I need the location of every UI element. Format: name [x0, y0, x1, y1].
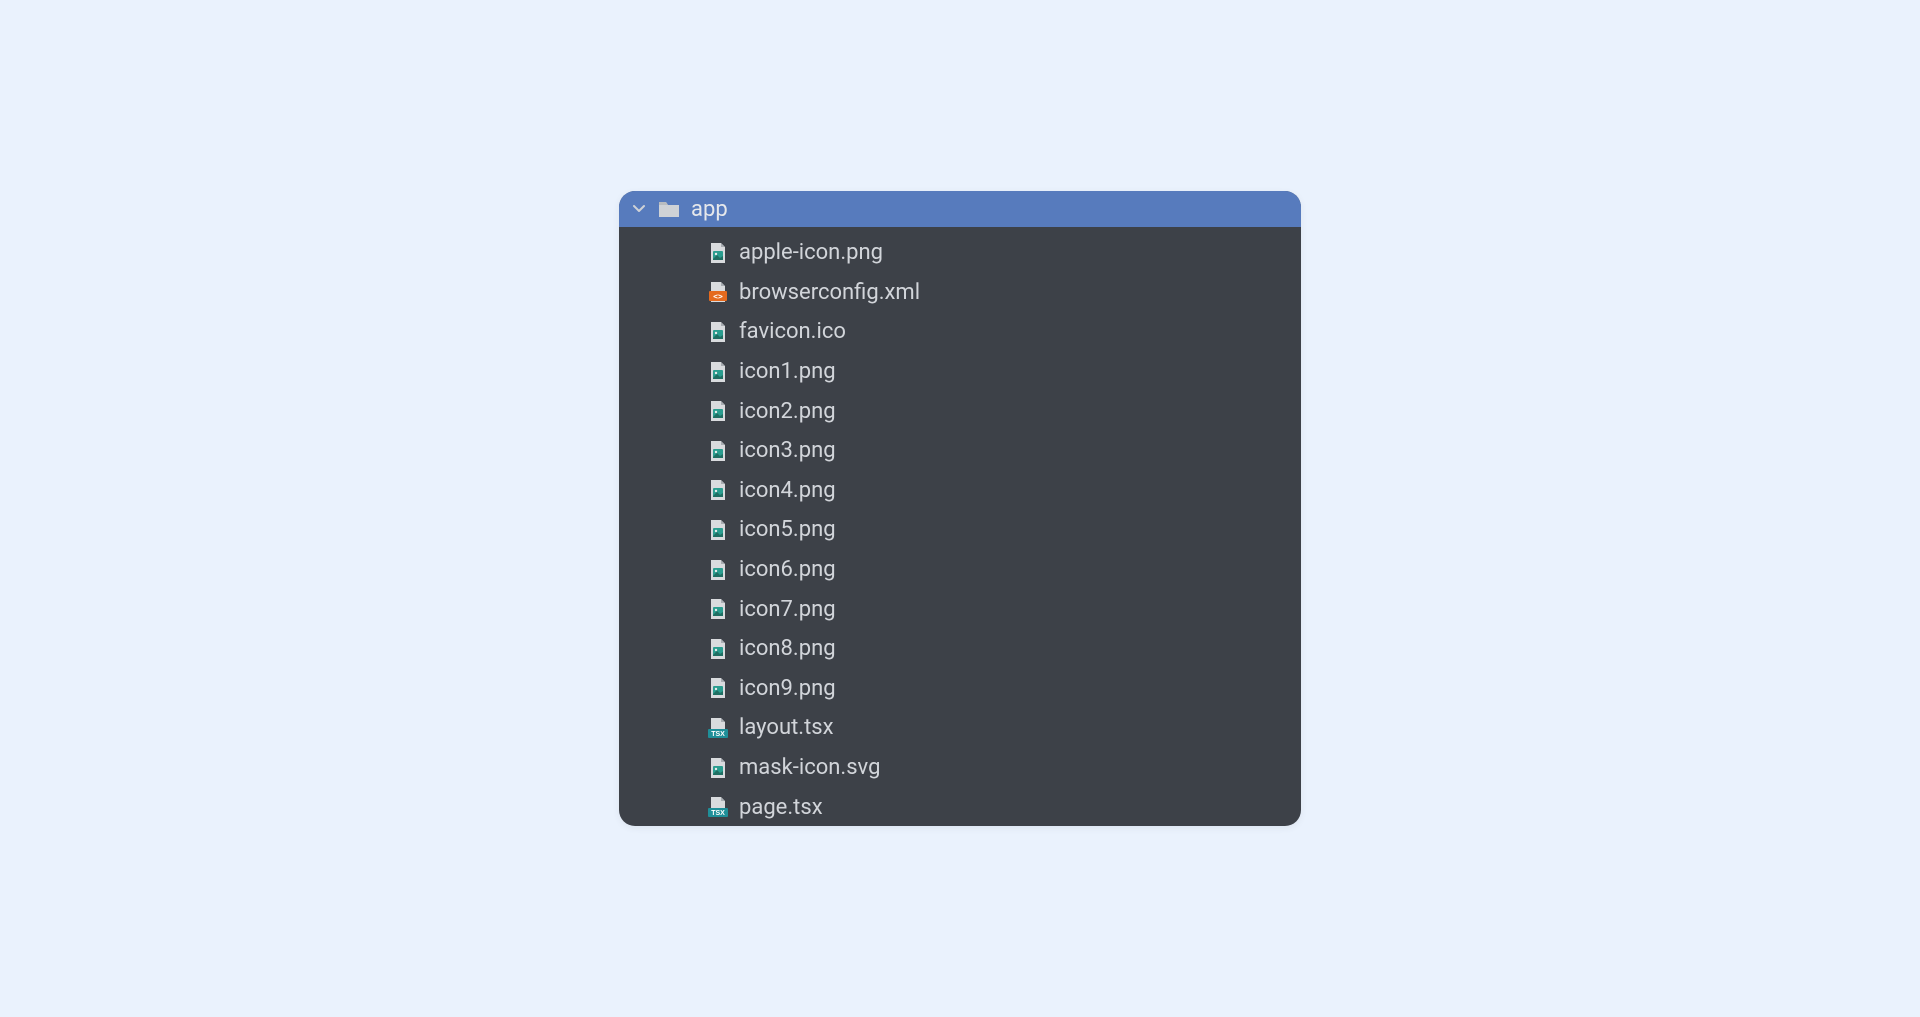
file-label: icon2.png: [739, 399, 836, 424]
xml-file-icon: [707, 281, 729, 303]
file-row[interactable]: icon8.png: [619, 629, 1301, 669]
tsx-file-icon: [707, 717, 729, 739]
image-file-icon: [707, 242, 729, 264]
file-label: apple-icon.png: [739, 240, 883, 265]
file-row[interactable]: favicon.ico: [619, 312, 1301, 352]
file-row[interactable]: mask-icon.svg: [619, 748, 1301, 788]
file-row[interactable]: icon2.png: [619, 391, 1301, 431]
file-row[interactable]: browserconfig.xml: [619, 273, 1301, 313]
image-file-icon: [707, 598, 729, 620]
file-label: icon5.png: [739, 517, 836, 542]
file-row[interactable]: icon7.png: [619, 589, 1301, 629]
image-file-icon: [707, 677, 729, 699]
file-label: page.tsx: [739, 795, 823, 820]
chevron-down-icon: [631, 201, 647, 217]
file-label: icon9.png: [739, 676, 836, 701]
file-explorer-panel: app apple-icon.png browserconfig.xml favic…: [619, 191, 1301, 826]
folder-label: app: [691, 197, 728, 222]
image-file-icon: [707, 519, 729, 541]
image-file-icon: [707, 479, 729, 501]
file-row[interactable]: layout.tsx: [619, 708, 1301, 748]
file-row[interactable]: icon6.png: [619, 550, 1301, 590]
image-file-icon: [707, 638, 729, 660]
file-list: apple-icon.png browserconfig.xml favicon.i…: [619, 227, 1301, 826]
file-row[interactable]: icon5.png: [619, 510, 1301, 550]
folder-icon: [657, 198, 681, 220]
image-file-icon: [707, 361, 729, 383]
file-label: icon7.png: [739, 597, 836, 622]
image-file-icon: [707, 400, 729, 422]
file-label: icon3.png: [739, 438, 836, 463]
file-label: icon1.png: [739, 359, 836, 384]
file-label: browserconfig.xml: [739, 280, 920, 305]
file-label: favicon.ico: [739, 319, 846, 344]
file-row[interactable]: page.tsx: [619, 787, 1301, 826]
file-label: layout.tsx: [739, 715, 834, 740]
tsx-file-icon: [707, 796, 729, 818]
image-file-icon: [707, 757, 729, 779]
folder-row-app[interactable]: app: [619, 191, 1301, 227]
file-row[interactable]: apple-icon.png: [619, 233, 1301, 273]
file-label: icon8.png: [739, 636, 836, 661]
file-label: icon4.png: [739, 478, 836, 503]
image-file-icon: [707, 440, 729, 462]
file-label: mask-icon.svg: [739, 755, 880, 780]
file-row[interactable]: icon9.png: [619, 669, 1301, 709]
image-file-icon: [707, 559, 729, 581]
file-row[interactable]: icon1.png: [619, 352, 1301, 392]
file-label: icon6.png: [739, 557, 836, 582]
file-row[interactable]: icon3.png: [619, 431, 1301, 471]
file-row[interactable]: icon4.png: [619, 471, 1301, 511]
image-file-icon: [707, 321, 729, 343]
